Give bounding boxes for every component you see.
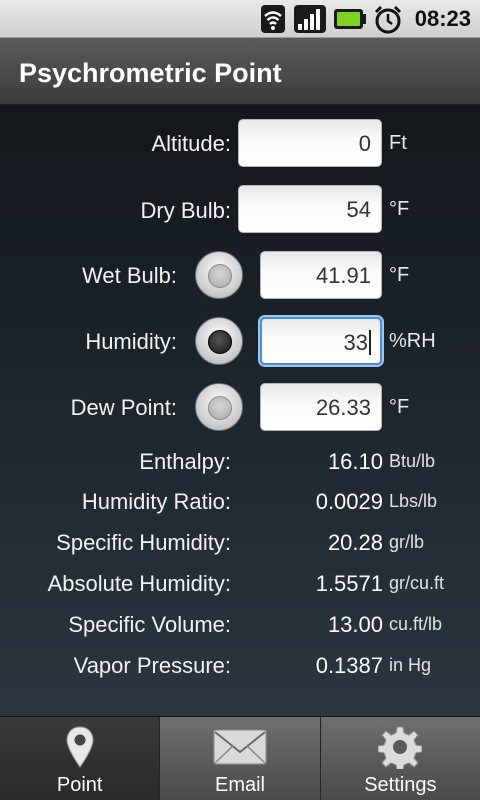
alarm-clock-icon (374, 5, 402, 34)
tab-settings-label: Settings (364, 774, 437, 796)
specific-humidity-unit: gr/lb (389, 532, 425, 552)
specific-volume-label: Specific Volume: (68, 612, 231, 637)
humidity-value: 33 (343, 330, 368, 355)
dew-point-input[interactable]: 26.33 (260, 383, 382, 431)
vapor-pressure-label: Vapor Pressure: (73, 653, 231, 678)
dew-point-label: Dew Point: (70, 395, 177, 420)
title-bar: Psychrometric Point (0, 38, 480, 105)
app-title: Psychrometric Point (19, 58, 282, 88)
dew-point-radio[interactable] (195, 383, 243, 431)
wet-bulb-input[interactable]: 41.91 (260, 251, 382, 299)
humidity-ratio-value: 0.0029 (315, 489, 383, 514)
specific-humidity-value: 20.28 (327, 530, 383, 555)
radio-dot (208, 330, 232, 354)
map-pin-icon (66, 726, 94, 768)
wet-bulb-label: Wet Bulb: (82, 263, 177, 288)
altitude-unit: Ft (389, 132, 407, 154)
dry-bulb-label: Dry Bulb: (140, 198, 231, 223)
status-bar: 08:23 (0, 0, 480, 38)
wifi-icon (261, 5, 285, 33)
text-cursor (369, 330, 371, 355)
tab-point-label: Point (56, 774, 103, 796)
vapor-pressure-unit: in Hg (389, 655, 432, 675)
humidity-radio[interactable] (195, 317, 243, 365)
psychrometric-form: Altitude: 0 Ft Dry Bulb: 54 °F Wet Bulb:… (0, 105, 480, 716)
specific-humidity-label: Specific Humidity: (56, 530, 231, 555)
absolute-humidity-value: 1.5571 (315, 571, 383, 596)
humidity-label: Humidity: (85, 329, 177, 354)
enthalpy-value: 16.10 (327, 449, 383, 474)
humidity-ratio-label: Humidity Ratio: (81, 489, 231, 514)
tab-email[interactable]: Email (160, 717, 321, 800)
enthalpy-label: Enthalpy: (139, 449, 231, 474)
vapor-pressure-value: 0.1387 (315, 653, 383, 678)
humidity-input[interactable]: 33 (260, 317, 382, 365)
signal-icon (294, 5, 326, 33)
dry-bulb-input[interactable]: 54 (238, 185, 382, 233)
wet-bulb-unit: °F (389, 264, 410, 286)
envelope-icon (213, 729, 267, 765)
altitude-label: Altitude: (151, 131, 232, 156)
status-time: 08:23 (414, 6, 471, 31)
humidity-ratio-unit: Lbs/lb (389, 491, 438, 511)
radio-dot (208, 396, 232, 420)
dew-point-unit: °F (389, 396, 410, 418)
wet-bulb-radio[interactable] (195, 251, 243, 299)
tab-settings[interactable]: Settings (320, 717, 480, 800)
tab-email-label: Email (214, 774, 265, 796)
tab-point[interactable]: Point (0, 717, 161, 800)
radio-dot (208, 264, 232, 288)
dry-bulb-unit: °F (389, 198, 410, 220)
tab-bar: Point Email Settings (0, 716, 480, 800)
battery-icon (334, 9, 366, 29)
specific-volume-unit: cu.ft/lb (389, 614, 443, 634)
altitude-input[interactable]: 0 (238, 119, 382, 167)
absolute-humidity-label: Absolute Humidity: (47, 571, 231, 596)
humidity-unit: %RH (389, 330, 436, 352)
specific-volume-value: 13.00 (327, 612, 383, 637)
enthalpy-unit: Btu/lb (389, 451, 436, 471)
gear-icon (378, 726, 423, 769)
absolute-humidity-unit: gr/cu.ft (389, 573, 445, 593)
